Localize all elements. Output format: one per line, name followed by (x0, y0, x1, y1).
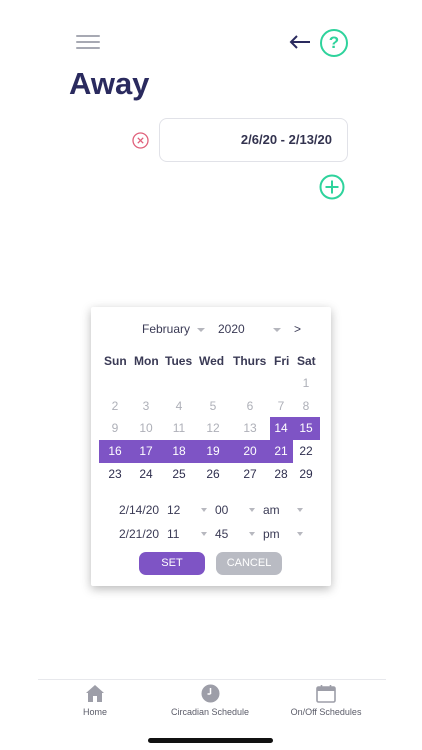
home-icon (86, 685, 104, 702)
end-date-text: 2/21/20 (119, 527, 160, 541)
set-button[interactable]: SET (139, 552, 205, 575)
end-minute-select[interactable]: 45 (215, 527, 228, 541)
calendar-day[interactable]: 7 (267, 395, 295, 418)
start-date-text: 2/14/20 (119, 503, 160, 517)
calendar-day-selected[interactable]: 21 (267, 440, 295, 463)
help-icon[interactable]: ? (320, 29, 348, 57)
tabbar-divider (38, 679, 386, 680)
start-period-select[interactable]: am (263, 503, 280, 517)
calendar-day-selected[interactable]: 16 (101, 440, 129, 463)
calendar-day-selected[interactable]: 17 (132, 440, 160, 463)
calendar-icon (316, 685, 336, 703)
calendar-day[interactable]: 26 (199, 463, 227, 486)
cancel-button[interactable]: CANCEL (216, 552, 282, 575)
month-select[interactable]: February (142, 322, 190, 336)
start-minute-select[interactable]: 00 (215, 503, 228, 517)
calendar-day[interactable]: 6 (236, 395, 264, 418)
calendar-day-selected[interactable]: 19 (199, 440, 227, 463)
end-hour-select[interactable]: 11 (167, 527, 179, 541)
date-range-field[interactable]: 2/6/20 - 2/13/20 (159, 118, 348, 162)
weekday-sat: Sat (297, 354, 316, 368)
calendar-day-selected[interactable]: 14 (267, 417, 295, 440)
calendar-day-selected[interactable]: 20 (236, 440, 264, 463)
clock-icon (201, 684, 219, 703)
calendar-day-selected[interactable]: 18 (165, 440, 193, 463)
dropdown-icon[interactable] (297, 508, 303, 512)
weekday-sun: Sun (104, 354, 127, 368)
start-hour-select[interactable]: 12 (167, 503, 180, 517)
calendar-day[interactable]: 9 (101, 417, 129, 440)
tab-label: Circadian Schedule (170, 707, 250, 717)
weekday-thu: Thurs (233, 354, 267, 368)
tab-circadian-schedule[interactable]: Circadian Schedule (160, 684, 260, 717)
dropdown-icon[interactable] (201, 508, 207, 512)
calendar-day[interactable]: 10 (132, 417, 160, 440)
calendar-day[interactable]: 12 (199, 417, 227, 440)
tab-on-off-schedules[interactable]: On/Off Schedules (286, 684, 366, 717)
calendar-day[interactable]: 11 (165, 417, 193, 440)
calendar-day[interactable]: 23 (101, 463, 129, 486)
next-month-button[interactable]: > (294, 322, 301, 336)
calendar-day[interactable]: 22 (292, 440, 320, 463)
calendar-day[interactable]: 25 (165, 463, 193, 486)
calendar-day-selected[interactable]: 15 (292, 417, 320, 440)
weekday-wed: Wed (199, 354, 225, 368)
add-range-button[interactable] (319, 174, 345, 200)
calendar-day[interactable]: 13 (236, 417, 264, 440)
dropdown-icon[interactable] (297, 532, 303, 536)
menu-icon[interactable] (74, 31, 102, 53)
month-dropdown-icon[interactable] (197, 328, 205, 332)
calendar-day[interactable]: 29 (292, 463, 320, 486)
calendar-day[interactable]: 3 (132, 395, 160, 418)
year-dropdown-icon[interactable] (273, 328, 281, 332)
calendar-day[interactable]: 5 (199, 395, 227, 418)
dropdown-icon[interactable] (249, 508, 255, 512)
home-indicator (148, 738, 273, 743)
dropdown-icon[interactable] (249, 532, 255, 536)
calendar-day[interactable]: 4 (165, 395, 193, 418)
date-picker-popup: February 2020 > Sun Mon Tues Wed Thurs F… (91, 307, 331, 586)
dropdown-icon[interactable] (201, 532, 207, 536)
calendar-day[interactable]: 8 (292, 395, 320, 418)
calendar-day[interactable]: 28 (267, 463, 295, 486)
calendar-day[interactable]: 1 (292, 372, 320, 395)
year-select[interactable]: 2020 (218, 322, 245, 336)
calendar-day[interactable]: 27 (236, 463, 264, 486)
calendar-day[interactable]: 24 (132, 463, 160, 486)
page-title: Away (69, 66, 150, 101)
calendar-day[interactable]: 2 (101, 395, 129, 418)
weekday-mon: Mon (134, 354, 159, 368)
tab-label: Home (82, 707, 107, 717)
weekday-tue: Tues (165, 354, 193, 368)
tab-label: On/Off Schedules (290, 707, 362, 717)
end-period-select[interactable]: pm (263, 527, 280, 541)
back-arrow-icon[interactable] (286, 30, 314, 54)
tab-home[interactable]: Home (70, 684, 120, 717)
weekday-fri: Fri (274, 354, 290, 368)
remove-range-button[interactable] (132, 132, 149, 149)
